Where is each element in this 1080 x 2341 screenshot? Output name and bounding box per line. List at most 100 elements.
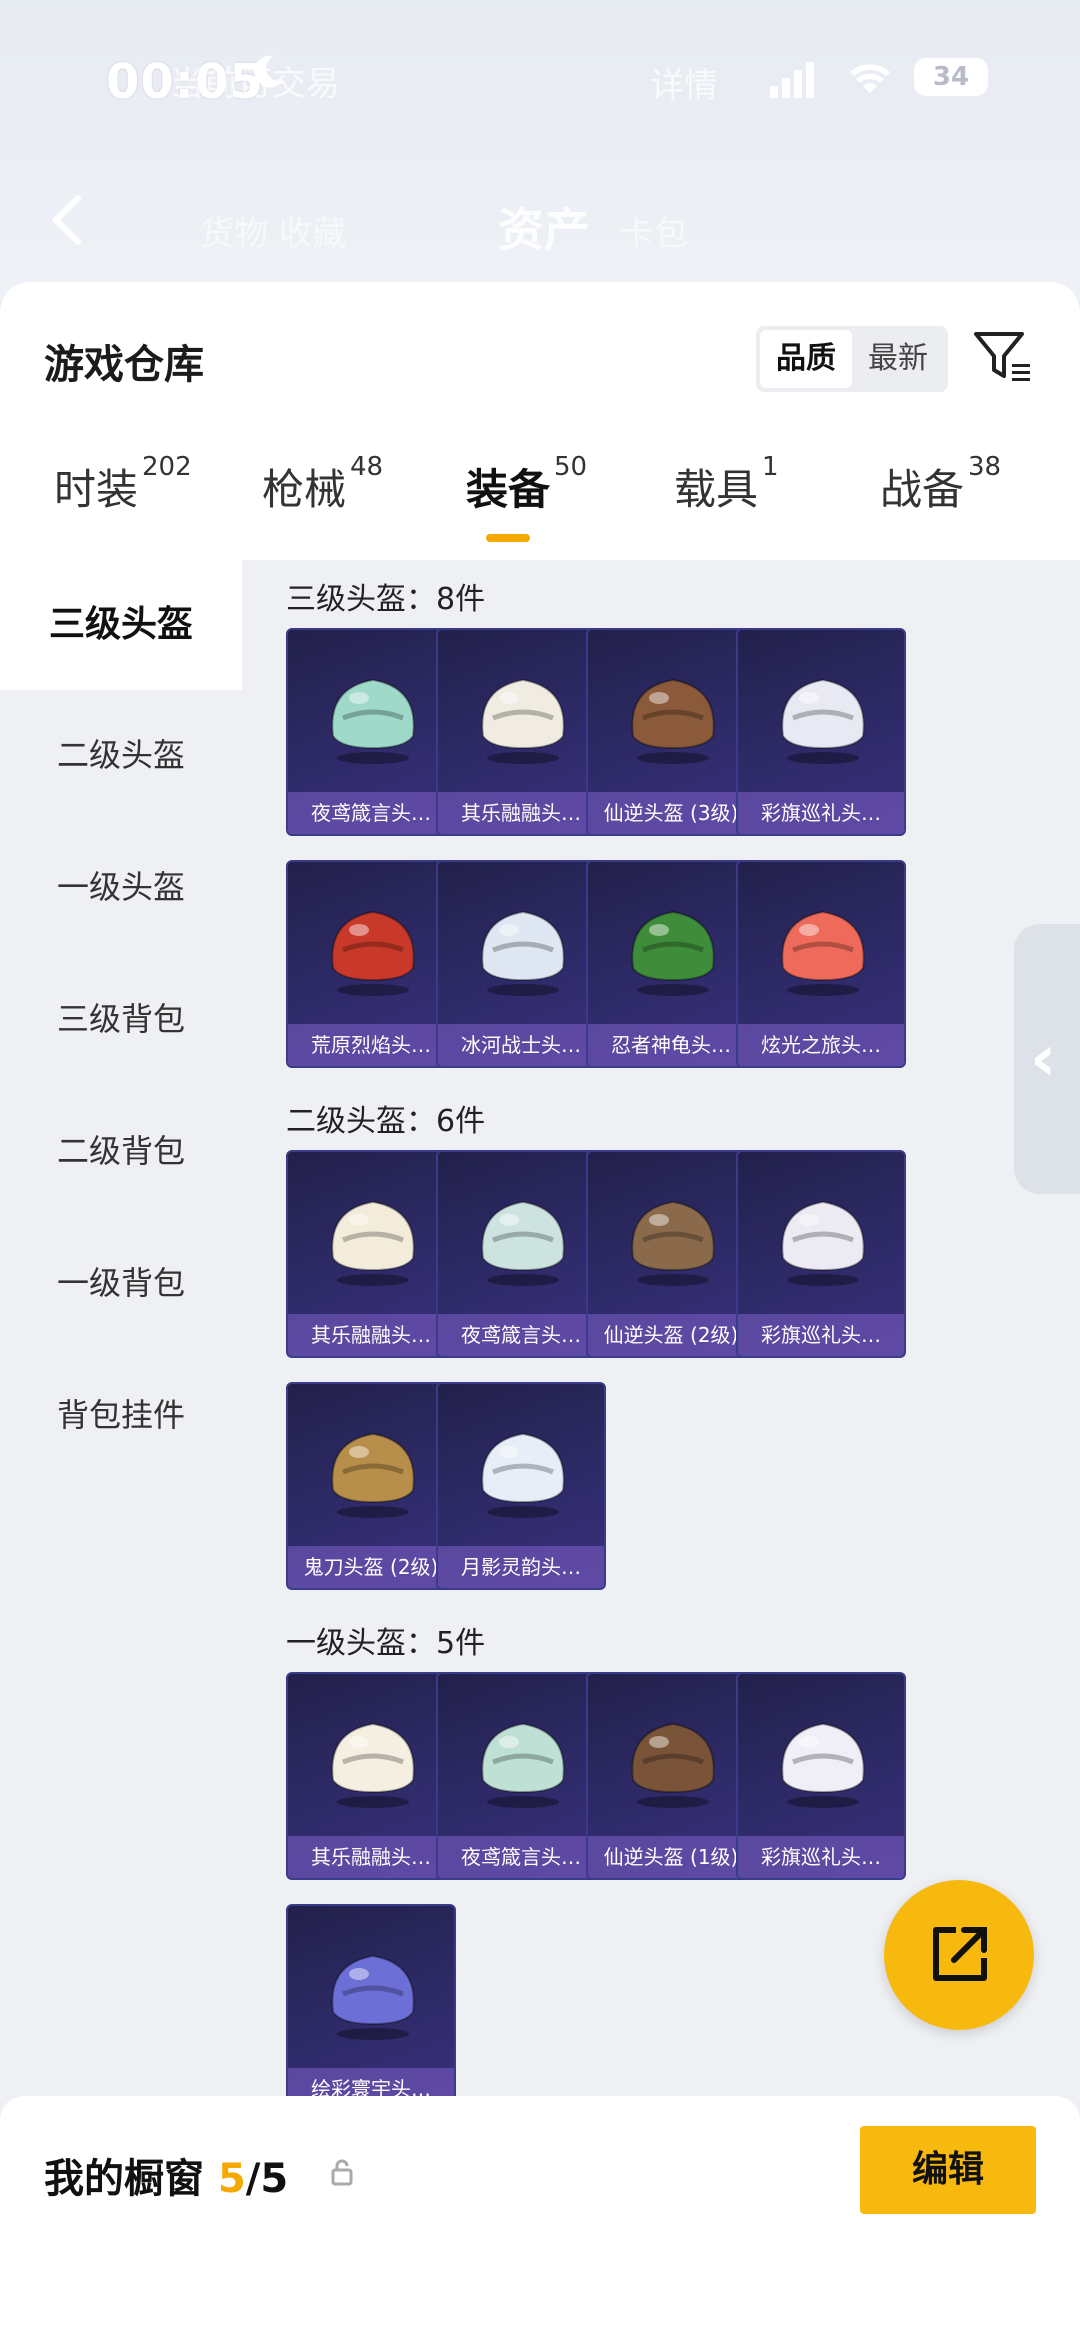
filter-icon[interactable] (972, 326, 1034, 388)
category-sidebar: 三级头盔 二级头盔 一级头盔 三级背包 二级背包 一级背包 背包挂件 (0, 560, 242, 2341)
item-tile[interactable]: 炫光之旅头… (736, 860, 906, 1068)
tab-count: 202 (142, 452, 192, 482)
item-tile[interactable]: 月影灵韵头… (436, 1382, 606, 1590)
battery-indicator: 34 (914, 58, 988, 96)
chevron-left-icon: ‹ (1030, 1022, 1057, 1096)
showcase-label: 我的橱窗 5/5 (44, 2146, 288, 2204)
helmet-icon (481, 1200, 565, 1286)
share-external-icon (933, 1927, 987, 1981)
item-tile[interactable]: 其乐融融头… (286, 1150, 456, 1358)
item-name: 冰河战士头… (438, 1024, 604, 1066)
side-pull-tab[interactable]: ‹ (1014, 924, 1080, 1194)
helmet-icon (481, 1722, 565, 1808)
tab-supplies[interactable]: 战备 38 (880, 452, 1001, 556)
item-tile[interactable]: 仙逆头盔 (1级) (586, 1672, 756, 1880)
app-header: 货物 收藏 资产 卡包 (0, 160, 1080, 280)
item-tile[interactable]: 夜鸢箴言头… (436, 1150, 606, 1358)
active-tab-indicator (486, 534, 530, 542)
item-name: 夜鸢箴言头… (438, 1314, 604, 1356)
helmet-icon (331, 678, 415, 764)
tab-count: 48 (350, 452, 384, 482)
item-tile[interactable]: 仙逆头盔 (3级) (586, 628, 756, 836)
item-grid: 三级头盔：8件 夜鸢箴言头… 其乐融融头… 仙逆头盔 (3级) 彩旗巡礼头… 荒原烈焰头…… (242, 560, 1080, 2341)
wifi-icon (850, 64, 890, 93)
item-name: 彩旗巡礼头… (738, 1836, 904, 1878)
item-tile[interactable]: 夜鸢箴言头… (286, 628, 456, 836)
helmet-icon (331, 1200, 415, 1286)
tab-weapons[interactable]: 枪械 48 (262, 452, 383, 556)
item-name: 仙逆头盔 (3级) (588, 792, 754, 834)
item-tile[interactable]: 彩旗巡礼头… (736, 628, 906, 836)
item-tile[interactable]: 彩旗巡礼头… (736, 1150, 906, 1358)
helmet-icon (331, 1432, 415, 1518)
item-tile[interactable]: 绘彩寰宇头… (286, 1904, 456, 2112)
helmet-icon (631, 1722, 715, 1808)
header-ghost-tabs: 货物 收藏 (200, 214, 347, 254)
item-tile[interactable]: 其乐融融头… (286, 1672, 456, 1880)
helmet-icon (631, 678, 715, 764)
moon-icon (254, 55, 284, 88)
group-heading: 二级头盔：6件 (286, 1104, 486, 1139)
tab-count: 1 (762, 452, 779, 482)
edit-button[interactable]: 编辑 (860, 2126, 1036, 2214)
item-name: 夜鸢箴言头… (438, 1836, 604, 1878)
item-name: 彩旗巡礼头… (738, 1314, 904, 1356)
item-tile[interactable]: 其乐融融头… (436, 628, 606, 836)
status-bar: 当前可交易 详情 00:05 34 (0, 40, 1080, 120)
tab-vehicles[interactable]: 载具 1 (674, 452, 779, 556)
item-tile[interactable]: 冰河战士头… (436, 860, 606, 1068)
helmet-icon (781, 1200, 865, 1286)
item-name: 其乐融融头… (438, 792, 604, 834)
sort-latest-button[interactable]: 最新 (852, 330, 944, 388)
helmet-icon (781, 1722, 865, 1808)
warehouse-sheet: 游戏仓库 品质 最新 时装 202 枪械 48 装备 50 载具 1 战备 38 三级头盔… (0, 282, 1080, 2341)
screen: 当前可交易 详情 00:05 34 货物 收藏 资产 卡包 游戏仓库 品质 最新… (0, 0, 1080, 2341)
showcase-total: /5 (245, 2156, 289, 2202)
page-title: 资产 (498, 203, 590, 257)
back-arrow-icon[interactable] (40, 190, 100, 250)
tab-count: 50 (554, 452, 588, 482)
item-tile[interactable]: 仙逆头盔 (2级) (586, 1150, 756, 1358)
tab-label: 战备 (880, 465, 965, 514)
sidebar-item-level1-helmet[interactable]: 一级头盔 (0, 822, 242, 952)
item-name: 其乐融融头… (288, 1836, 454, 1878)
sidebar-item-backpack-pendant[interactable]: 背包挂件 (0, 1350, 242, 1480)
sort-toggle: 品质 最新 (756, 326, 948, 392)
item-name: 其乐融融头… (288, 1314, 454, 1356)
showcase-title: 我的橱窗 (44, 2156, 204, 2202)
item-tile[interactable]: 荒原烈焰头… (286, 860, 456, 1068)
ghost-text-right: 详情 (650, 66, 718, 106)
tab-fashion[interactable]: 时装 202 (54, 452, 192, 556)
item-name: 仙逆头盔 (2级) (588, 1314, 754, 1356)
sidebar-item-level2-helmet[interactable]: 二级头盔 (0, 690, 242, 820)
share-fab[interactable] (884, 1880, 1034, 2030)
tab-count: 38 (968, 452, 1002, 482)
item-name: 夜鸢箴言头… (288, 792, 454, 834)
helmet-icon (481, 678, 565, 764)
sidebar-item-level1-backpack[interactable]: 一级背包 (0, 1218, 242, 1348)
item-name: 鬼刀头盔 (2级) (288, 1546, 454, 1588)
header-ghost-right: 卡包 (620, 214, 688, 254)
item-tile[interactable]: 鬼刀头盔 (2级) (286, 1382, 456, 1590)
item-name: 月影灵韵头… (438, 1546, 604, 1588)
sidebar-item-level3-backpack[interactable]: 三级背包 (0, 954, 242, 1084)
item-tile[interactable]: 夜鸢箴言头… (436, 1672, 606, 1880)
helmet-icon (331, 1954, 415, 2040)
group-heading: 三级头盔：8件 (286, 582, 486, 617)
helmet-icon (481, 1432, 565, 1518)
item-name: 彩旗巡礼头… (738, 792, 904, 834)
item-tile[interactable]: 忍者神龟头… (586, 860, 756, 1068)
sidebar-item-level3-helmet[interactable]: 三级头盔 (0, 560, 242, 690)
signal-icon (770, 62, 818, 98)
category-tabs: 时装 202 枪械 48 装备 50 载具 1 战备 38 (0, 452, 1080, 556)
item-tile[interactable]: 彩旗巡礼头… (736, 1672, 906, 1880)
sort-quality-button[interactable]: 品质 (760, 330, 852, 388)
sidebar-item-level2-backpack[interactable]: 二级背包 (0, 1086, 242, 1216)
clock: 00:05 (106, 54, 264, 110)
helmet-icon (481, 910, 565, 996)
tab-label: 时装 (54, 465, 139, 514)
item-name: 仙逆头盔 (1级) (588, 1836, 754, 1878)
tab-label: 载具 (674, 465, 759, 514)
tab-label: 装备 (466, 465, 551, 514)
helmet-icon (631, 910, 715, 996)
